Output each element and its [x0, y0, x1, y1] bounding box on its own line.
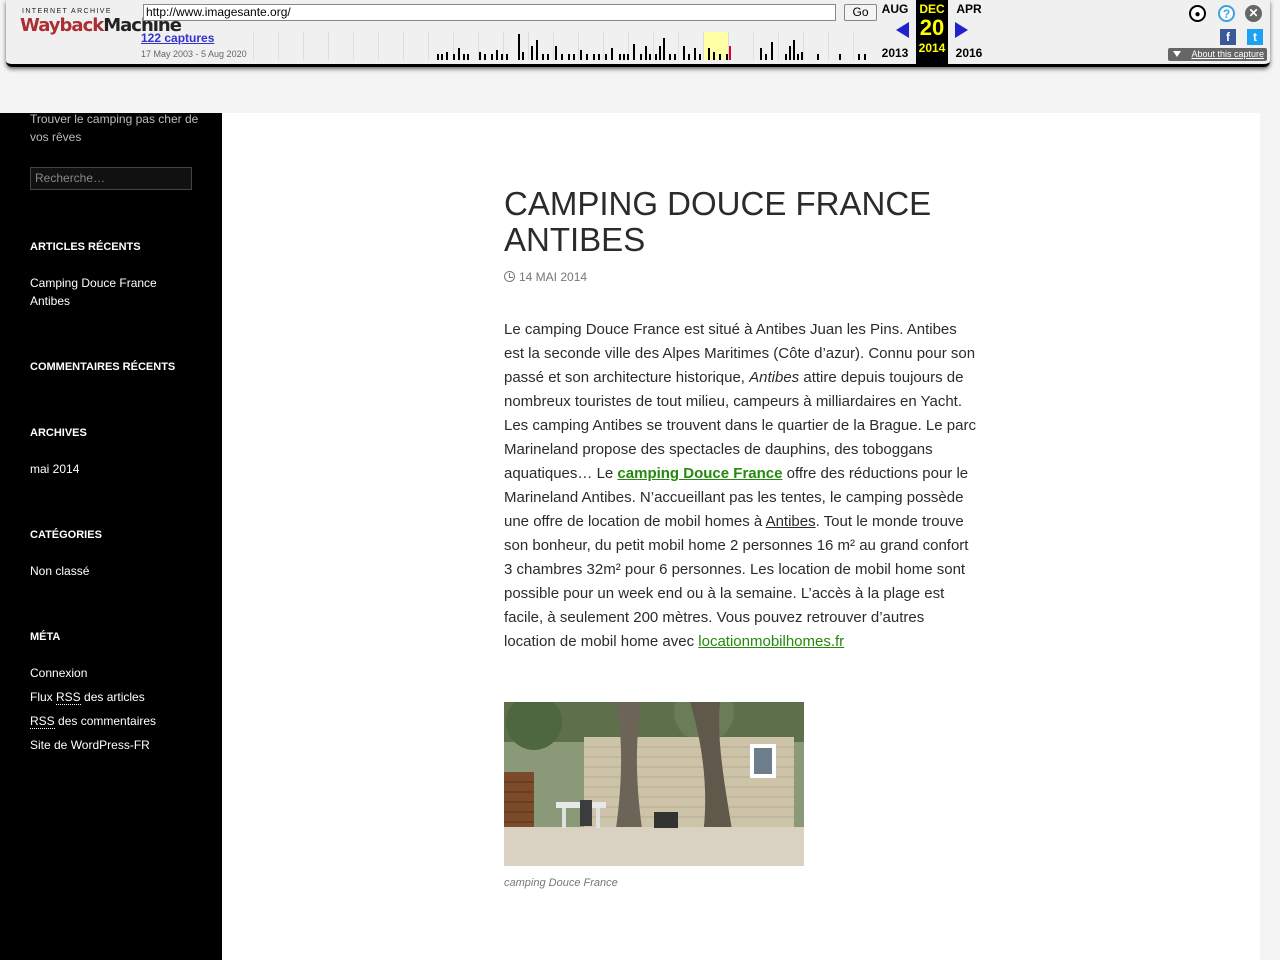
current-day: 20 — [919, 15, 945, 40]
rss-articles-link[interactable]: Flux RSS des articles — [30, 688, 190, 706]
mobil-home-photo[interactable] — [504, 702, 804, 866]
about-capture-link[interactable]: About this capture — [1168, 48, 1267, 61]
body-text-4: . Tout le monde trouve son bonheur, du p… — [504, 513, 969, 650]
current-year: 2014 — [918, 41, 946, 55]
post-body: Le camping Douce France est situé à Anti… — [504, 318, 979, 654]
current-capture: DEC 20 2014 — [916, 0, 948, 64]
facebook-icon[interactable]: f — [1220, 29, 1236, 45]
captures-link[interactable]: 122 captures — [141, 31, 214, 45]
archives-title: ARCHIVES — [30, 427, 87, 439]
capture-range: 17 May 2003 - 5 Aug 2020 — [141, 49, 247, 59]
rss-abbr: RSS — [30, 714, 55, 729]
prev-month[interactable]: AUG — [880, 2, 910, 16]
next-year[interactable]: 2016 — [954, 46, 984, 60]
flux-text: Flux — [30, 690, 57, 704]
articles-text: des articles — [80, 690, 145, 704]
search-input[interactable]: Recherche… — [30, 167, 192, 190]
url-input[interactable]: http://www.imagesante.org/ — [143, 4, 836, 21]
site-tagline: Trouver le camping pas cher de vos rêves — [30, 112, 199, 144]
user-icon[interactable]: ● — [1189, 5, 1206, 22]
category-link[interactable]: Non classé — [30, 562, 190, 580]
chevron-down-icon — [1173, 51, 1181, 57]
about-capture-label: About this capture — [1191, 49, 1264, 59]
logo-wayback: Wayback — [20, 15, 104, 36]
categories-title: CATÉGORIES — [30, 529, 102, 541]
prev-year[interactable]: 2013 — [880, 46, 910, 60]
help-icon[interactable]: ? — [1218, 5, 1235, 22]
prev-capture-icon[interactable] — [896, 22, 909, 38]
login-link[interactable]: Connexion — [30, 664, 190, 682]
sidebar: Trouver le camping pas cher de vos rêves… — [0, 112, 222, 960]
next-capture-icon[interactable] — [955, 22, 968, 38]
clock-icon — [504, 271, 515, 282]
camping-douce-france-link[interactable]: camping Douce France — [617, 465, 782, 482]
wayback-toolbar: INTERNET ARCHIVE WaybackMachine http://w… — [6, 0, 1270, 67]
archive-link[interactable]: mai 2014 — [30, 460, 190, 478]
post-date[interactable]: 14 MAI 2014 — [504, 270, 587, 284]
site-header-strip — [0, 64, 1260, 113]
close-icon[interactable]: ✕ — [1245, 5, 1262, 22]
rss-comments-link[interactable]: RSS des commentaires — [30, 712, 190, 730]
wayback-logo[interactable]: INTERNET ARCHIVE WaybackMachine — [20, 8, 182, 48]
photo-caption: camping Douce France — [504, 877, 618, 889]
go-button[interactable]: Go — [844, 4, 877, 21]
recent-post-link[interactable]: Camping Douce France Antibes — [30, 274, 190, 310]
comments-text: des commentaires — [54, 714, 157, 728]
recent-posts-title: ARTICLES RÉCENTS — [30, 241, 141, 253]
logo-main-text: WaybackMachine — [20, 15, 182, 36]
wordpress-fr-link[interactable]: Site de WordPress-FR — [30, 736, 190, 754]
post-title[interactable]: CAMPING DOUCE FRANCE ANTIBES — [504, 186, 974, 258]
meta-title: MÉTA — [30, 631, 61, 643]
main-content: CAMPING DOUCE FRANCE ANTIBES 14 MAI 2014… — [222, 113, 1260, 960]
locationmobilhomes-link[interactable]: locationmobilhomes.fr — [698, 633, 844, 650]
body-italic: Antibes — [749, 369, 800, 386]
logo-top-text: INTERNET ARCHIVE — [22, 8, 112, 15]
post-date-text: 14 MAI 2014 — [519, 270, 588, 284]
rss-abbr: RSS — [56, 690, 81, 705]
capture-sparkline[interactable] — [253, 32, 877, 60]
recent-comments-title: COMMENTAIRES RÉCENTS — [30, 361, 176, 373]
current-month: DEC — [919, 2, 945, 16]
twitter-icon[interactable]: t — [1247, 29, 1263, 45]
next-month[interactable]: APR — [954, 2, 984, 16]
antibes-link[interactable]: Antibes — [766, 513, 816, 530]
